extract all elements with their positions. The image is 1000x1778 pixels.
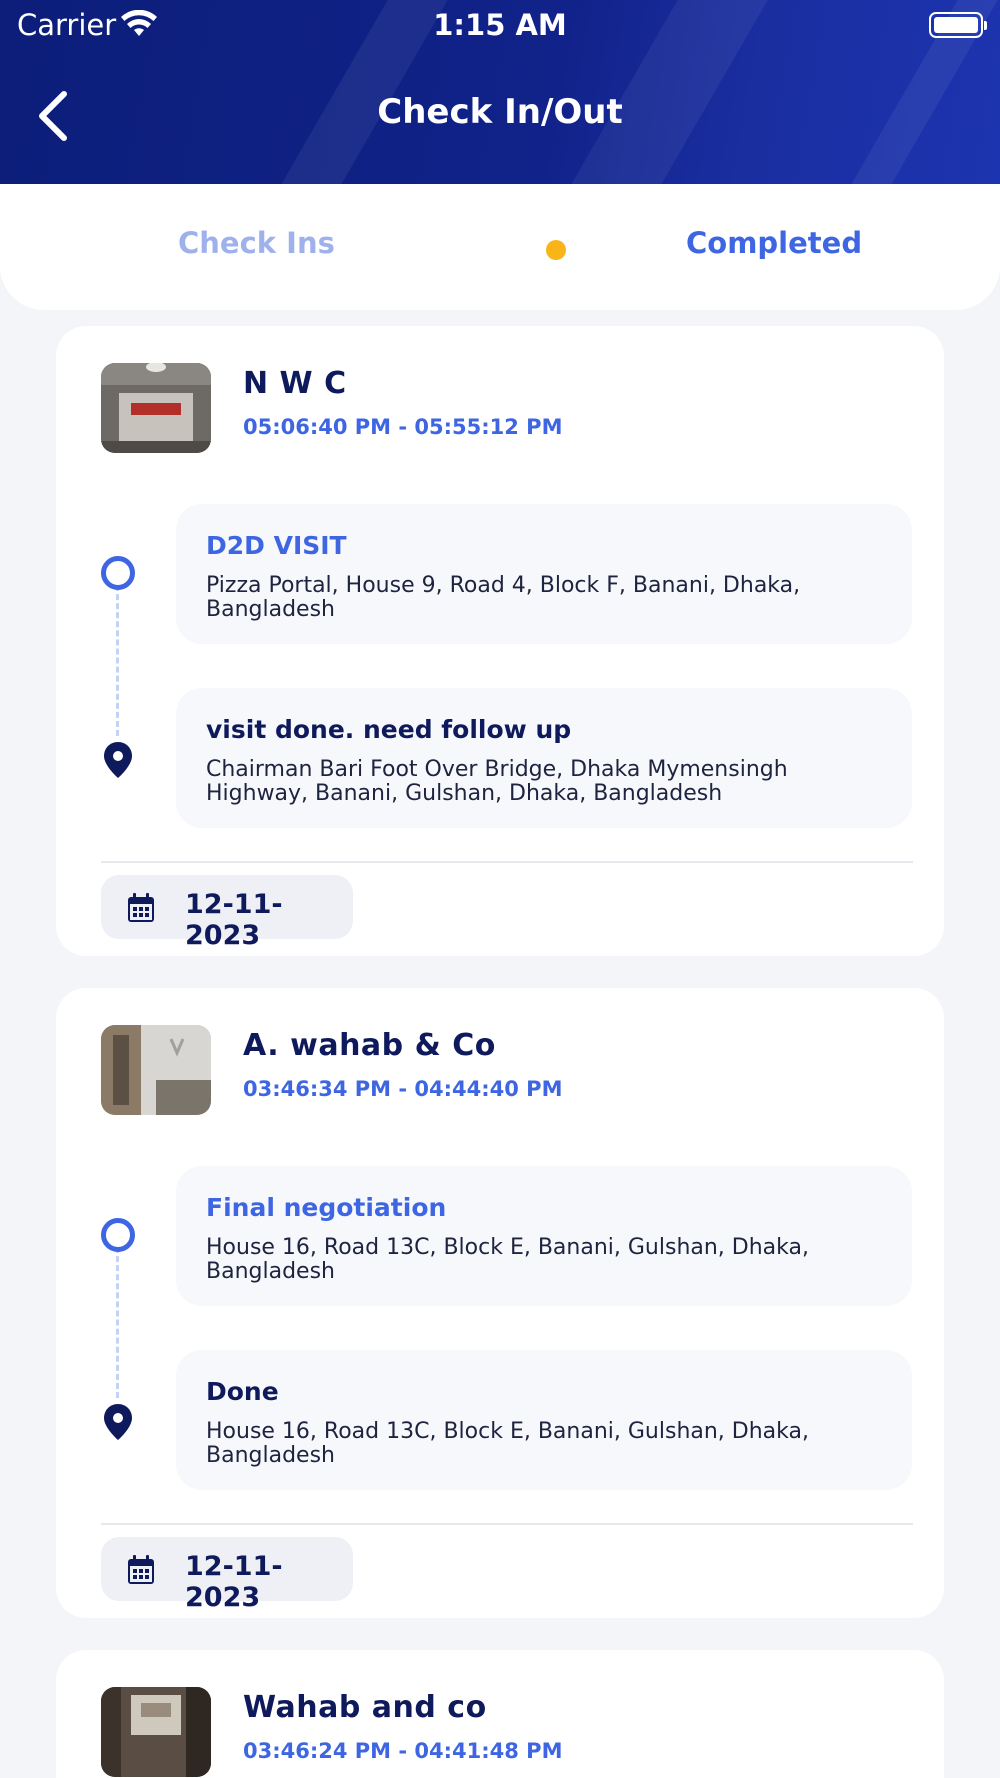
checkin-info: Final negotiation House 16, Road 13C, Bl…: [176, 1166, 912, 1306]
checkin-ring-icon: [101, 1218, 135, 1252]
checkout-address: House 16, Road 13C, Block E, Banani, Gul…: [206, 1419, 809, 1468]
calendar-icon: [128, 893, 154, 922]
location-pin-icon: [104, 1404, 132, 1440]
visit-date: 12-11-2023: [185, 1551, 283, 1613]
location-pin-icon: [104, 742, 132, 778]
store-name: Wahab and co: [243, 1690, 487, 1725]
notification-dot: [546, 240, 566, 260]
visit-date: 12-11-2023: [185, 889, 283, 951]
store-thumbnail: [101, 363, 211, 453]
app-header: Carrier 1:15 AM Check In/Out: [0, 0, 1000, 184]
checkout-info: visit done. need follow up Chairman Bari…: [176, 688, 912, 828]
battery-icon: [929, 12, 987, 38]
visit-time-range: 05:06:40 PM - 05:55:12 PM: [243, 415, 563, 439]
divider: [101, 861, 913, 863]
checkin-address: House 16, Road 13C, Block E, Banani, Gul…: [206, 1235, 809, 1284]
checkout-info: Done House 16, Road 13C, Block E, Banani…: [176, 1350, 912, 1490]
checkin-ring-icon: [101, 556, 135, 590]
status-bar: Carrier 1:15 AM: [0, 0, 1000, 50]
timeline-connector: [116, 1238, 119, 1398]
tab-check-ins[interactable]: Check Ins: [178, 226, 335, 260]
checkout-address: Chairman Bari Foot Over Bridge, Dhaka My…: [206, 757, 788, 806]
page-title: Check In/Out: [377, 92, 623, 132]
checkin-purpose: Final negotiation: [206, 1193, 447, 1222]
checkin-address: Pizza Portal, House 9, Road 4, Block F, …: [206, 573, 801, 622]
tab-completed[interactable]: Completed: [686, 226, 862, 260]
store-thumbnail: [101, 1687, 211, 1777]
timeline-connector: [116, 576, 119, 736]
store-thumbnail: [101, 1025, 211, 1115]
date-badge: 12-11-2023: [101, 1537, 353, 1613]
visit-card[interactable]: A. wahab & Co 03:46:34 PM - 04:44:40 PM …: [56, 988, 944, 1618]
store-name: A. wahab & Co: [243, 1028, 496, 1063]
visit-card[interactable]: Wahab and co 03:46:24 PM - 04:41:48 PM: [56, 1650, 944, 1778]
visit-time-range: 03:46:24 PM - 04:41:48 PM: [243, 1739, 563, 1763]
tab-bar: Check Ins Completed: [0, 184, 1000, 310]
checkin-purpose: D2D VISIT: [206, 531, 347, 560]
divider: [101, 1523, 913, 1525]
store-name: N W C: [243, 366, 347, 401]
checkout-note: visit done. need follow up: [206, 715, 572, 744]
checkin-info: D2D VISIT Pizza Portal, House 9, Road 4,…: [176, 504, 912, 644]
calendar-icon: [128, 1555, 154, 1584]
checkout-note: Done: [206, 1377, 279, 1406]
status-time: 1:15 AM: [433, 8, 567, 42]
date-badge: 12-11-2023: [101, 875, 353, 951]
visit-time-range: 03:46:34 PM - 04:44:40 PM: [243, 1077, 563, 1101]
visit-card[interactable]: N W C 05:06:40 PM - 05:55:12 PM D2D VISI…: [56, 326, 944, 956]
